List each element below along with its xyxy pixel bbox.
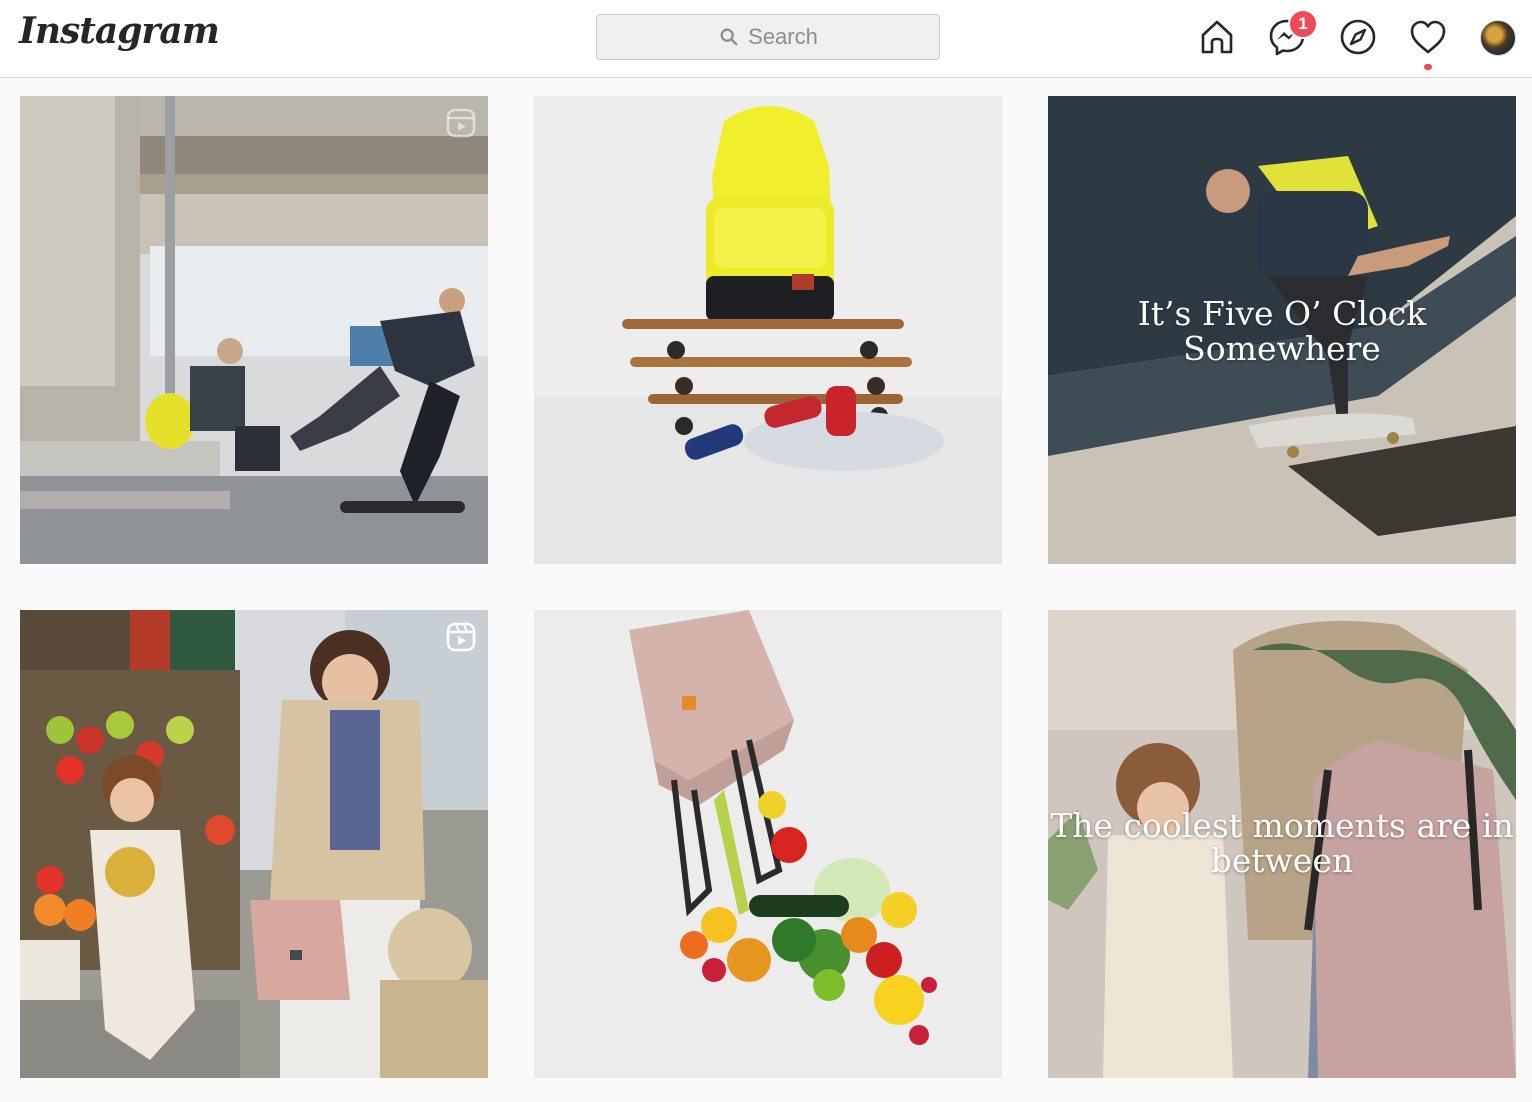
post-overlay-caption: It’s Five O’ Clock Somewhere [1137, 294, 1427, 368]
profile-avatar[interactable] [1480, 20, 1516, 56]
instagram-logo[interactable]: Instagram [19, 10, 220, 52]
post-image-pink-tote-with-vegetables [534, 610, 1002, 1078]
home-icon[interactable] [1197, 17, 1237, 57]
search-input[interactable]: Search [596, 14, 940, 60]
post-image-market-mother-and-child [20, 610, 488, 1078]
messages-badge: 1 [1288, 9, 1318, 39]
post-tile-2[interactable] [534, 96, 1002, 564]
top-navigation-bar: Instagram Search 1 [0, 0, 1532, 78]
post-tile-6[interactable]: The coolest moments are in between [1048, 610, 1516, 1078]
search-icon [720, 28, 738, 46]
post-overlay-caption: The coolest moments are in between [1050, 806, 1514, 880]
post-image-skateboarder-under-overpass [20, 96, 488, 564]
post-tile-4[interactable] [20, 610, 488, 1078]
reel-icon [446, 108, 476, 138]
post-tile-5[interactable] [534, 610, 1002, 1078]
explore-compass-icon[interactable] [1338, 17, 1378, 57]
post-tile-1[interactable] [20, 96, 488, 564]
reel-icon [446, 622, 476, 652]
search-placeholder: Search [748, 24, 818, 49]
post-tile-3[interactable]: It’s Five O’ Clock Somewhere [1048, 96, 1516, 564]
post-image-yellow-backpack-on-skateboards [534, 96, 1002, 564]
activity-heart-icon[interactable] [1408, 17, 1448, 57]
activity-indicator-dot [1424, 64, 1432, 70]
